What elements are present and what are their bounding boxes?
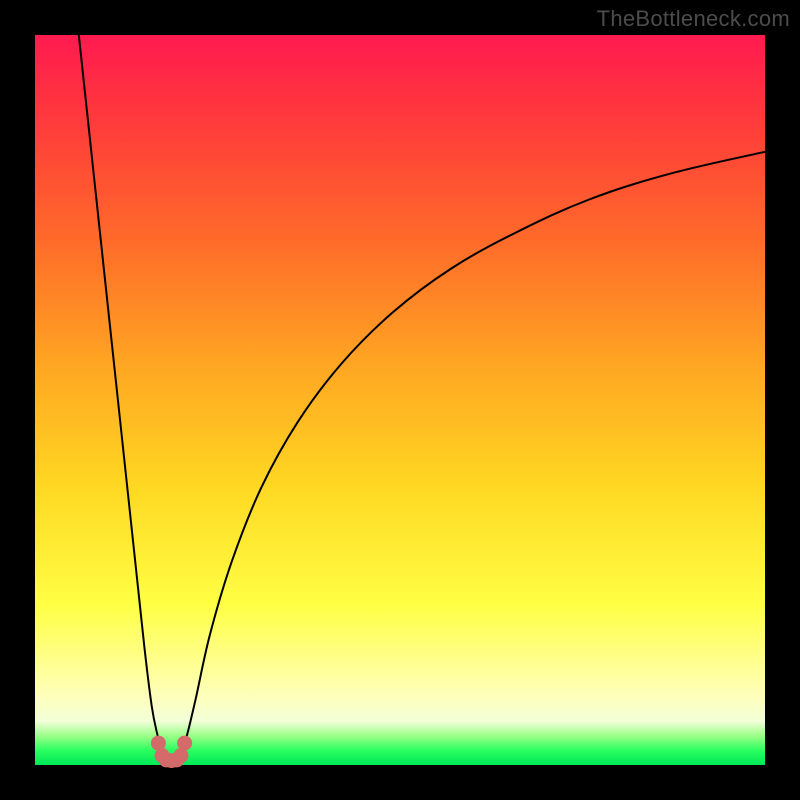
chart-svg — [35, 35, 765, 765]
plot-area — [35, 35, 765, 765]
outer-frame: TheBottleneck.com — [0, 0, 800, 800]
valley-dot — [177, 736, 192, 751]
series-path — [79, 35, 165, 759]
curve-right-branch — [178, 152, 765, 759]
curve-left-branch — [79, 35, 165, 759]
watermark-text: TheBottleneck.com — [597, 6, 790, 32]
valley-markers — [151, 736, 192, 769]
series-path — [178, 152, 765, 759]
